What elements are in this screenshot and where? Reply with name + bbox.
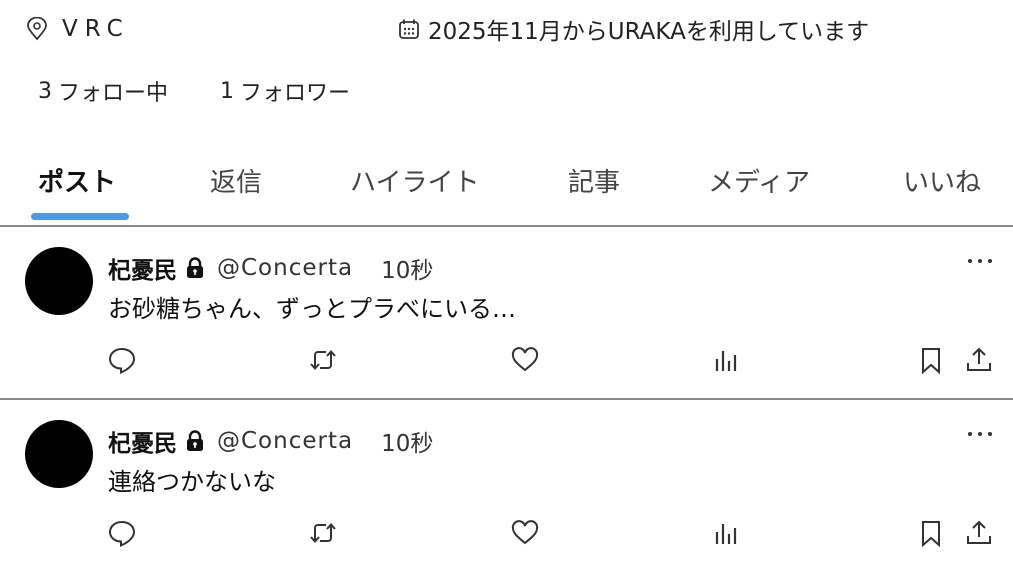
followers-count: 1 [220, 78, 235, 104]
post-header: 杞憂民 @Concerta 10秒 [108, 251, 433, 285]
profile-tabs: ポスト 返信 ハイライト 記事 メディア いいね [0, 150, 1013, 226]
tab-media[interactable]: メディア [708, 162, 810, 199]
tab-likes[interactable]: いいね [903, 162, 981, 199]
post-time[interactable]: 10秒 [381, 251, 433, 285]
repost-icon[interactable] [308, 518, 338, 548]
bookmark-icon[interactable] [916, 345, 946, 375]
join-date: 2025年11月からURAKAを利用しています [398, 14, 870, 45]
views-icon[interactable] [711, 345, 741, 375]
more-icon[interactable] [964, 249, 996, 273]
tab-posts[interactable]: ポスト [38, 162, 116, 199]
active-tab-indicator [31, 213, 129, 220]
like-icon[interactable] [510, 518, 540, 548]
post-text: お砂糖ちゃん、ずっとプラべにいる… [108, 295, 516, 323]
like-icon[interactable] [510, 345, 540, 375]
post-time[interactable]: 10秒 [381, 424, 433, 458]
tab-highlights[interactable]: ハイライト [350, 162, 479, 199]
reply-icon[interactable] [107, 518, 137, 548]
share-icon[interactable] [964, 518, 994, 548]
avatar[interactable] [25, 420, 93, 488]
repost-icon[interactable] [308, 345, 338, 375]
tab-articles[interactable]: 記事 [568, 162, 620, 199]
share-icon[interactable] [964, 345, 994, 375]
join-date-text: 2025年11月からURAKAを利用しています [428, 19, 870, 45]
post-item[interactable]: 杞憂民 @Concerta 10秒 お砂糖ちゃん、ずっとプラべにいる… [0, 227, 1013, 399]
post-header: 杞憂民 @Concerta 10秒 [108, 424, 433, 458]
calendar-icon [398, 18, 420, 40]
post-item[interactable]: 杞憂民 @Concerta 10秒 連絡つかないな [0, 400, 1013, 572]
reply-icon[interactable] [107, 345, 137, 375]
post-text: 連絡つかないな [108, 468, 276, 496]
author-name[interactable]: 杞憂民 [108, 251, 177, 285]
followers-link[interactable]: 1 フォロワー [220, 75, 350, 107]
following-label: フォロー中 [58, 81, 169, 106]
follow-stats: 3 フォロー中 1 フォロワー [38, 75, 350, 107]
tab-replies[interactable]: 返信 [210, 162, 262, 199]
location-pin-icon [26, 17, 48, 41]
views-icon[interactable] [711, 518, 741, 548]
avatar[interactable] [25, 247, 93, 315]
author-handle[interactable]: @Concerta [217, 428, 353, 454]
author-handle[interactable]: @Concerta [217, 255, 353, 281]
author-name[interactable]: 杞憂民 [108, 424, 177, 458]
location-text: VRC [62, 16, 130, 42]
bookmark-icon[interactable] [916, 518, 946, 548]
lock-icon [185, 430, 205, 452]
more-icon[interactable] [964, 422, 996, 446]
followers-label: フォロワー [240, 81, 351, 106]
lock-icon [185, 257, 205, 279]
location-info: VRC [26, 14, 130, 44]
following-link[interactable]: 3 フォロー中 [38, 75, 168, 107]
following-count: 3 [38, 78, 52, 104]
